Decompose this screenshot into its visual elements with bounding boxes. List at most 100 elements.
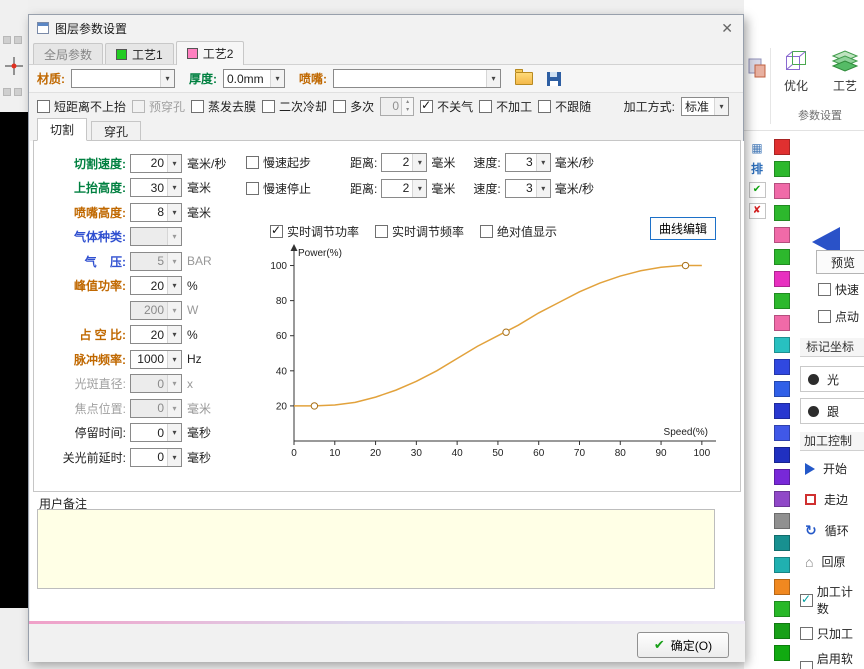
toolbar-icon[interactable]: [14, 88, 22, 96]
palette-swatch[interactable]: [774, 381, 790, 397]
nozzle-dropdown[interactable]: ▾: [333, 69, 501, 88]
checkbox[interactable]: 不加工: [479, 98, 532, 115]
checkbox-box[interactable]: [246, 182, 259, 195]
dropdown[interactable]: 20▾: [130, 276, 182, 295]
dropdown[interactable]: 1000▾: [130, 350, 182, 369]
checkbox-box[interactable]: [246, 156, 259, 169]
dropdown[interactable]: 8▾: [130, 203, 182, 222]
dropdown[interactable]: 0▾: [130, 423, 182, 442]
tab-process-1[interactable]: 工艺1: [105, 43, 174, 64]
checkbox-box[interactable]: [818, 310, 831, 323]
close-icon[interactable]: ✕: [721, 20, 733, 37]
checkbox[interactable]: 预穿孔: [132, 98, 185, 115]
checkbox[interactable]: 绝对值显示: [480, 223, 557, 240]
ok-button[interactable]: ✔ 确定(O): [637, 632, 729, 658]
dropdown[interactable]: 2▾: [381, 153, 427, 172]
save-icon[interactable]: [547, 72, 561, 86]
preview-button[interactable]: 预览: [816, 250, 864, 274]
toolbar-icon[interactable]: [3, 88, 11, 96]
palette-swatch[interactable]: [774, 271, 790, 287]
palette-swatch[interactable]: [774, 227, 790, 243]
grid-icon[interactable]: ▦: [751, 140, 762, 156]
user-notes-input[interactable]: [37, 509, 715, 589]
palette-swatch[interactable]: [774, 403, 790, 419]
palette-swatch[interactable]: [774, 623, 790, 639]
palette-swatch[interactable]: [774, 601, 790, 617]
palette-swatch[interactable]: [774, 425, 790, 441]
checkbox-box[interactable]: [480, 225, 493, 238]
checkbox[interactable]: ✓实时调节功率: [270, 223, 359, 240]
control-button-loop[interactable]: ↻循环: [800, 518, 864, 543]
checkbox-box[interactable]: [800, 627, 813, 640]
checkbox-box[interactable]: [375, 225, 388, 238]
tab-pierce[interactable]: 穿孔: [91, 121, 141, 141]
palette-swatch[interactable]: [774, 469, 790, 485]
dropdown[interactable]: 3▾: [505, 179, 551, 198]
palette-swatch[interactable]: [774, 557, 790, 573]
checkbox-box[interactable]: [37, 100, 50, 113]
palette-swatch[interactable]: [774, 447, 790, 463]
crosshair-icon[interactable]: [4, 56, 24, 76]
toolbar-icon[interactable]: [14, 36, 22, 44]
checkbox-box[interactable]: [132, 100, 145, 113]
palette-swatch[interactable]: [774, 491, 790, 507]
checkbox-box[interactable]: [818, 283, 831, 296]
checkbox-box[interactable]: ✓: [800, 594, 813, 607]
tab-global-params[interactable]: 全局参数: [33, 43, 103, 64]
checkbox[interactable]: 只加工: [800, 625, 864, 642]
palette-swatch[interactable]: [774, 645, 790, 661]
checkbox-box[interactable]: [262, 100, 275, 113]
thickness-dropdown[interactable]: 0.0mm ▾: [223, 69, 285, 88]
tab-cut[interactable]: 切割: [37, 118, 87, 141]
curve-edit-button[interactable]: 曲线编辑: [650, 217, 716, 240]
palette-swatch[interactable]: [774, 205, 790, 221]
optimize-button[interactable]: 优化: [773, 48, 819, 106]
checkbox[interactable]: 短距离不上抬: [37, 98, 126, 115]
checkbox[interactable]: 不跟随: [538, 98, 591, 115]
checkbox[interactable]: ✓加工计数: [800, 583, 864, 617]
checkbox[interactable]: 快速: [818, 281, 859, 298]
dropdown[interactable]: 3▾: [505, 153, 551, 172]
checkbox[interactable]: 启用软件: [800, 650, 864, 669]
arrange-icon[interactable]: 排: [751, 161, 763, 177]
checkbox-box[interactable]: [800, 661, 813, 669]
dropdown[interactable]: 2▾: [381, 179, 427, 198]
dropdown[interactable]: 20▾: [130, 325, 182, 344]
cancel-icon[interactable]: ✘: [749, 203, 766, 219]
checkbox-box[interactable]: [333, 100, 346, 113]
dropdown[interactable]: 30▾: [130, 178, 182, 197]
open-folder-icon[interactable]: [515, 72, 533, 85]
control-button-return[interactable]: ⌂回原: [800, 549, 864, 574]
checkbox[interactable]: 二次冷却: [262, 98, 327, 115]
palette-swatch[interactable]: [774, 337, 790, 353]
palette-swatch[interactable]: [774, 183, 790, 199]
indicator-button[interactable]: 跟: [800, 398, 864, 424]
dropdown[interactable]: 20▾: [130, 154, 182, 173]
checkbox-box[interactable]: ✓: [270, 225, 283, 238]
checkbox-box[interactable]: [191, 100, 204, 113]
palette-swatch[interactable]: [774, 579, 790, 595]
checkbox[interactable]: 慢速停止: [246, 180, 311, 197]
dropdown[interactable]: 0▾: [130, 448, 182, 467]
dialog-titlebar[interactable]: 图层参数设置 ✕: [29, 15, 743, 41]
checkbox-box[interactable]: [538, 100, 551, 113]
tab-process-2[interactable]: 工艺2: [176, 41, 245, 65]
palette-swatch[interactable]: [774, 249, 790, 265]
drawing-canvas[interactable]: [0, 112, 28, 608]
apply-icon[interactable]: ✔: [749, 182, 766, 198]
control-button-frame[interactable]: 走边: [800, 487, 864, 512]
palette-swatch[interactable]: [774, 359, 790, 375]
palette-swatch[interactable]: [774, 139, 790, 155]
indicator-button[interactable]: 光: [800, 366, 864, 392]
checkbox-box[interactable]: [479, 100, 492, 113]
material-dropdown[interactable]: ▾: [71, 69, 175, 88]
dropdown[interactable]: 标准▾: [681, 97, 729, 116]
checkbox-box[interactable]: ✓: [420, 100, 433, 113]
palette-swatch[interactable]: [774, 315, 790, 331]
toolbar-icon[interactable]: [3, 36, 11, 44]
checkbox[interactable]: 多次: [333, 98, 374, 115]
palette-swatch[interactable]: [774, 535, 790, 551]
checkbox[interactable]: 慢速起步: [246, 154, 311, 171]
checkbox[interactable]: ✓不关气: [420, 98, 473, 115]
palette-swatch[interactable]: [774, 293, 790, 309]
